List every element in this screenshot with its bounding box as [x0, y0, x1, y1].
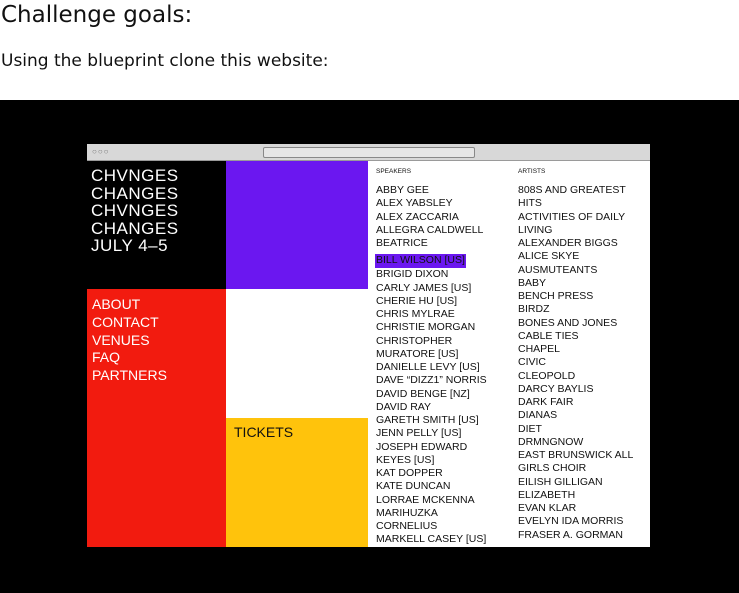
list-item[interactable]: GARETH SMITH [US]	[376, 414, 487, 427]
list-item[interactable]: BRIGID DIXON	[376, 268, 487, 281]
list-item[interactable]: MURATORE [US]	[376, 348, 487, 361]
logo-line: CHANGES	[91, 218, 179, 238]
list-item[interactable]: CARLY JAMES [US]	[376, 282, 487, 295]
list-item[interactable]: EVELYN IDA MORRIS	[518, 515, 633, 528]
list-item[interactable]: CHAPEL	[518, 343, 633, 356]
list-item[interactable]: DARK FAIR	[518, 396, 633, 409]
artists-heading: ARTISTS	[518, 168, 546, 175]
list-item[interactable]: GIRLS CHOIR	[518, 462, 633, 475]
logo-line: JULY 4–5	[91, 236, 169, 255]
list-item[interactable]: KAT DOPPER	[376, 467, 487, 480]
list-item[interactable]: FRASER A. GORMAN	[518, 529, 633, 542]
speakers-list: ABBY GEE ALEX YABSLEY ALEX ZACCARIA ALLEGRA…	[375, 184, 487, 547]
artists-list: 808S AND GREATEST HITS ACTIVITIES OF DAILY…	[518, 184, 633, 542]
list-item[interactable]: ALEX YABSLEY	[376, 197, 487, 210]
list-item[interactable]: CHRISTOPHER	[376, 335, 487, 348]
list-item[interactable]: DAVE “DIZZ1” NORRIS	[376, 374, 487, 387]
list-item[interactable]: DAVID RAY	[376, 401, 487, 414]
list-item[interactable]: DIET	[518, 423, 633, 436]
list-item[interactable]: BILL WILSON [US]	[375, 254, 466, 268]
list-item[interactable]: DAVID BENGE [NZ]	[376, 388, 487, 401]
list-item[interactable]: ALEX ZACCARIA	[376, 211, 487, 224]
speakers-heading: SPEAKERS	[376, 168, 412, 175]
nav-item-faq[interactable]: FAQ	[92, 349, 167, 367]
nav-panel: ABOUT CONTACT VENUES FAQ PARTNERS	[87, 289, 226, 547]
tickets-block: TICKETS	[226, 418, 368, 547]
list-item[interactable]: JENN PELLY [US]	[376, 427, 487, 440]
list-item[interactable]: ELIZABETH	[518, 489, 633, 502]
list-item[interactable]: EVAN KLAR	[518, 502, 633, 515]
logo-line: CHANGES	[91, 183, 179, 203]
list-item[interactable]: CORNELIUS	[376, 520, 487, 533]
browser-chrome: ○○○	[87, 144, 650, 161]
list-item[interactable]: ALLEGRA CALDWELL	[376, 224, 487, 237]
list-item[interactable]: DANIELLE LEVY [US]	[376, 361, 487, 374]
nav-item-about[interactable]: ABOUT	[92, 296, 167, 314]
list-item[interactable]: MARIHUZKA	[376, 507, 487, 520]
list-item[interactable]: DRMNGNOW	[518, 436, 633, 449]
list-item[interactable]: CIVIC	[518, 356, 633, 369]
list-item[interactable]: KATE DUNCAN	[376, 480, 487, 493]
list-item[interactable]: CABLE TIES	[518, 330, 633, 343]
nav-item-contact[interactable]: CONTACT	[92, 314, 167, 332]
list-item[interactable]: ALEXANDER BIGGS	[518, 237, 633, 250]
tickets-link[interactable]: TICKETS	[234, 424, 293, 440]
list-item[interactable]: 808S AND GREATEST	[518, 184, 633, 197]
logo-line: CHVNGES	[91, 201, 179, 220]
list-item[interactable]: KEYES [US]	[376, 454, 487, 467]
logo-line: CHVNGES	[91, 166, 179, 185]
window-controls-icon: ○○○	[92, 147, 110, 156]
list-item[interactable]: CHRIS MYLRAE	[376, 308, 487, 321]
list-item[interactable]: BONES AND JONES	[518, 317, 633, 330]
list-item[interactable]: ACTIVITIES OF DAILY	[518, 211, 633, 224]
list-item[interactable]: LORRAE MCKENNA	[376, 494, 487, 507]
page-heading: Challenge goals:	[1, 2, 193, 28]
list-item[interactable]: DARCY BAYLIS	[518, 383, 633, 396]
list-item[interactable]: EILISH GILLIGAN	[518, 476, 633, 489]
purple-block	[226, 161, 368, 289]
list-item[interactable]: EAST BRUNSWICK ALL	[518, 449, 633, 462]
intro-text: Using the blueprint clone this website:	[1, 51, 329, 71]
white-block	[226, 289, 368, 418]
list-item[interactable]: BABY	[518, 277, 633, 290]
nav-item-venues[interactable]: VENUES	[92, 332, 167, 350]
nav-item-partners[interactable]: PARTNERS	[92, 367, 167, 385]
list-item[interactable]: LIVING	[518, 224, 633, 237]
list-item[interactable]: HITS	[518, 197, 633, 210]
list-item[interactable]: BEATRICE	[376, 237, 487, 250]
address-bar	[263, 147, 475, 158]
browser-window: ○○○ CHVNGES CHANGES CHVNGES CHANGES JULY 4–5…	[87, 144, 650, 547]
list-item[interactable]: JOSEPH EDWARD	[376, 441, 487, 454]
list-item[interactable]: BIRDZ	[518, 303, 633, 316]
list-item[interactable]: ABBY GEE	[376, 184, 487, 197]
site-logo: CHVNGES CHANGES CHVNGES CHANGES JULY 4–5	[87, 161, 226, 289]
list-item[interactable]: MARKELL CASEY [US]	[376, 533, 487, 546]
list-item[interactable]: AUSMUTEANTS	[518, 264, 633, 277]
blueprint-image: ○○○ CHVNGES CHANGES CHVNGES CHANGES JULY 4–5…	[0, 100, 739, 593]
list-item[interactable]: CHERIE HU [US]	[376, 295, 487, 308]
list-item[interactable]: BENCH PRESS	[518, 290, 633, 303]
list-item[interactable]: CLEOPOLD	[518, 370, 633, 383]
list-item[interactable]: DIANAS	[518, 409, 633, 422]
list-item[interactable]: CHRISTIE MORGAN	[376, 321, 487, 334]
list-item[interactable]: ALICE SKYE	[518, 250, 633, 263]
